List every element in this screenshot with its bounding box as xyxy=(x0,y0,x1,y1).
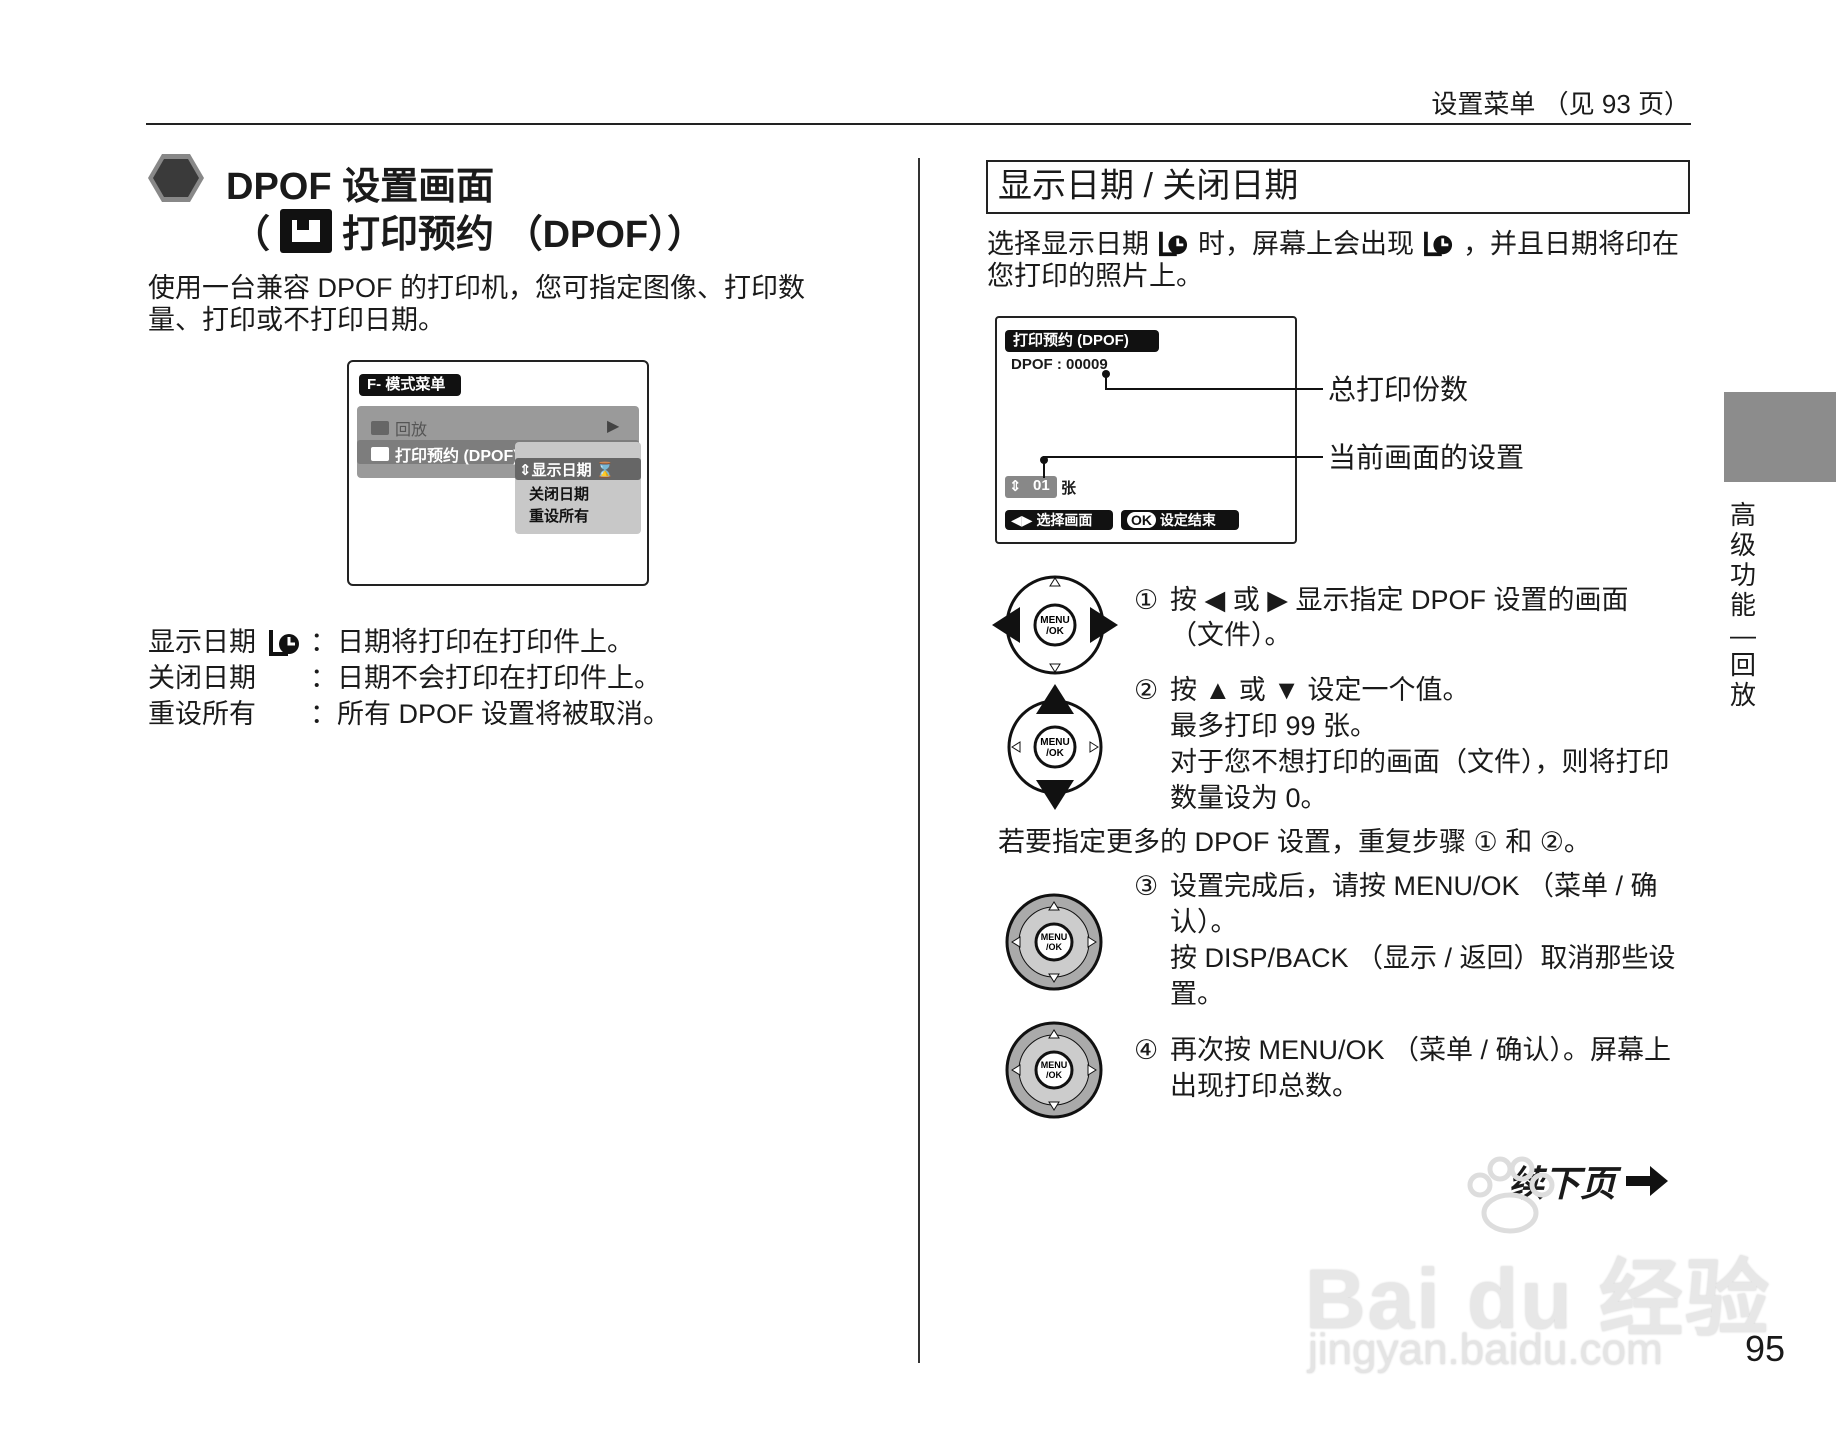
intro-line-1: 使用一台兼容 DPOF 的打印机，您可指定图像、打印数 xyxy=(148,273,806,303)
right-intro-line-2: 您打印的照片上。 xyxy=(987,261,1203,291)
date-stamp-icon xyxy=(1158,231,1187,257)
step-4-num: ④ xyxy=(1134,1035,1159,1065)
step-3-num: ③ xyxy=(1134,871,1159,901)
updown-icon: ⇕ xyxy=(519,462,532,479)
camera-dpof-screen: 打印预约 (DPOF) DPOF : 00009 ⇕ 01 张 ◀▶ 选择画面 … xyxy=(995,316,1297,544)
step-3-line-2: 认）。 xyxy=(1170,907,1238,937)
date-stamp-icon xyxy=(1423,231,1452,257)
ok-done-hint: OK 设定结束 xyxy=(1121,510,1239,530)
callout-vline-current xyxy=(1043,458,1045,478)
svg-text:MENU: MENU xyxy=(1041,932,1068,942)
running-header: 设置菜单 （见 93 页） xyxy=(1431,89,1690,119)
step-2-line-3: 对于您不想打印的画面（文件），则将打印 xyxy=(1170,747,1670,777)
step-1-num: ① xyxy=(1134,585,1159,615)
chevron-right-icon: ▶ xyxy=(607,418,620,435)
step-3-line-3: 按 DISP/BACK （显示 / 返回）取消那些设 xyxy=(1170,943,1676,973)
updown-icon: ⇕ xyxy=(1009,478,1022,495)
dpad-menu-ok-icon: MENU /OK xyxy=(1005,893,1103,991)
subtitle-open-paren: （ xyxy=(232,214,271,256)
svg-text:MENU: MENU xyxy=(1040,615,1069,626)
option-desc-date-off: ：日期不会打印在打印件上。 xyxy=(310,663,661,693)
svg-text:MENU: MENU xyxy=(1040,737,1069,748)
print-small-icon xyxy=(371,447,389,461)
step-4-line-1: 再次按 MENU/OK （菜单 / 确认）。屏幕上 xyxy=(1170,1035,1672,1065)
svg-text:/OK: /OK xyxy=(1046,1070,1063,1080)
page-title: DPOF 设置画面 xyxy=(226,166,495,208)
menu-title-pill: F- 模式菜单 xyxy=(359,374,461,396)
intro-b: 时，屏幕上会出现 xyxy=(1198,229,1415,259)
step-2-line-1: 按 ▲ 或 ▼ 设定一个值。 xyxy=(1170,675,1470,705)
svg-text:/OK: /OK xyxy=(1046,942,1063,952)
arrow-right-icon xyxy=(1626,1166,1669,1196)
option-desc-date-on: ：日期将打印在打印件上。 xyxy=(310,627,634,657)
screen-title-pill: 打印预约 (DPOF) xyxy=(1005,330,1159,352)
playback-icon xyxy=(371,421,389,435)
intro-c: ，并且日期将印在 xyxy=(1463,229,1680,259)
left-right-icon: ◀▶ xyxy=(1011,512,1033,528)
svg-text:/OK: /OK xyxy=(1046,626,1065,637)
step-2-line-2: 最多打印 99 张。 xyxy=(1170,711,1378,741)
opt-date-on: ⇕显示日期 ⌛ xyxy=(519,459,614,480)
current-setting-unit: 张 xyxy=(1061,480,1077,497)
section-heading: 显示日期 / 关闭日期 xyxy=(998,167,1299,205)
svg-text:/OK: /OK xyxy=(1046,748,1065,759)
dpad-left-right-icon: MENU /OK xyxy=(992,575,1118,675)
page-subtitle: （ 打印预约 （DPOF）） xyxy=(232,203,705,258)
intro-line-2: 量、打印或不打印日期。 xyxy=(148,305,445,335)
repeat-note: 若要指定更多的 DPOF 设置，重复步骤 ① 和 ②。 xyxy=(998,827,1591,857)
menu-item-playback: 回放 xyxy=(371,416,427,440)
screen-title: 打印预约 (DPOF) xyxy=(1013,332,1129,349)
opt-reset: 重设所有 xyxy=(529,508,590,525)
subtitle-text: 打印预约 （DPOF）） xyxy=(342,214,706,256)
step-3-line-1: 设置完成后，请按 MENU/OK （菜单 / 确 xyxy=(1170,871,1658,901)
option-label-date-on: 显示日期 xyxy=(148,627,256,657)
menu-item-playback-label: 回放 xyxy=(395,422,428,439)
dpof-count: DPOF : 00009 xyxy=(1011,356,1108,373)
camera-menu-screen: F- 模式菜单 回放 ▶ 打印预约 (DPOF) ⇕显示日期 ⌛ 关闭日期 重设… xyxy=(347,360,649,586)
step-3-line-4: 置。 xyxy=(1170,979,1224,1009)
chapter-label: 高级功能—回放 xyxy=(1729,500,1756,710)
dpad-up-down-icon: MENU /OK xyxy=(1007,684,1103,810)
step-4-line-2: 出现打印总数。 xyxy=(1170,1071,1359,1101)
column-divider xyxy=(918,158,920,1363)
date-stamp-icon: ⌛ xyxy=(595,462,615,479)
watermark-url: jingyan.baidu.com xyxy=(1308,1325,1663,1374)
menu-item-print: 打印预约 (DPOF) xyxy=(371,442,519,466)
callout-current-label: 当前画面的设置 xyxy=(1328,442,1525,473)
callout-total-label: 总打印份数 xyxy=(1328,374,1469,405)
dpad-menu-ok-icon: MENU /OK xyxy=(1005,1021,1103,1119)
ok-done-label: 设定结束 xyxy=(1159,512,1216,528)
callout-line-current xyxy=(1043,456,1323,458)
chapter-tab xyxy=(1724,392,1836,482)
date-stamp-icon xyxy=(269,630,299,656)
page-number: 95 xyxy=(1745,1328,1786,1369)
menu-title-text: F- 模式菜单 xyxy=(367,376,446,393)
select-frame-hint: ◀▶ 选择画面 xyxy=(1005,510,1113,530)
step-1-line-1: 按 ◀ 或 ▶ 显示指定 DPOF 设置的画面 xyxy=(1170,585,1629,615)
svg-text:MENU: MENU xyxy=(1041,1060,1068,1070)
callout-line-total xyxy=(1105,388,1323,390)
ok-badge: OK xyxy=(1127,512,1156,528)
current-setting-value: 01 xyxy=(1033,477,1050,494)
header-rule xyxy=(146,123,1691,125)
intro-a: 选择显示日期 xyxy=(987,229,1149,259)
step-2-num: ② xyxy=(1134,675,1159,705)
right-intro-line-1: 选择显示日期 时，屏幕上会出现 ，并且日期将印在 xyxy=(987,226,1679,262)
print-order-icon xyxy=(280,208,333,253)
opt-date-off: 关闭日期 xyxy=(529,486,590,503)
option-desc-reset: ：所有 DPOF 设置将被取消。 xyxy=(310,699,671,729)
option-label-date-off: 关闭日期 xyxy=(148,663,256,693)
menu-item-print-label: 打印预约 (DPOF) xyxy=(395,448,519,465)
opt-date-on-label: 显示日期 xyxy=(531,462,592,479)
step-2-line-4: 数量设为 0。 xyxy=(1170,783,1328,813)
paw-watermark-icon xyxy=(1467,1156,1555,1234)
step-1-line-2: （文件）。 xyxy=(1170,620,1292,650)
option-label-reset: 重设所有 xyxy=(148,699,256,729)
section-hexagon-icon xyxy=(148,154,204,202)
select-frame-label: 选择画面 xyxy=(1036,512,1093,528)
